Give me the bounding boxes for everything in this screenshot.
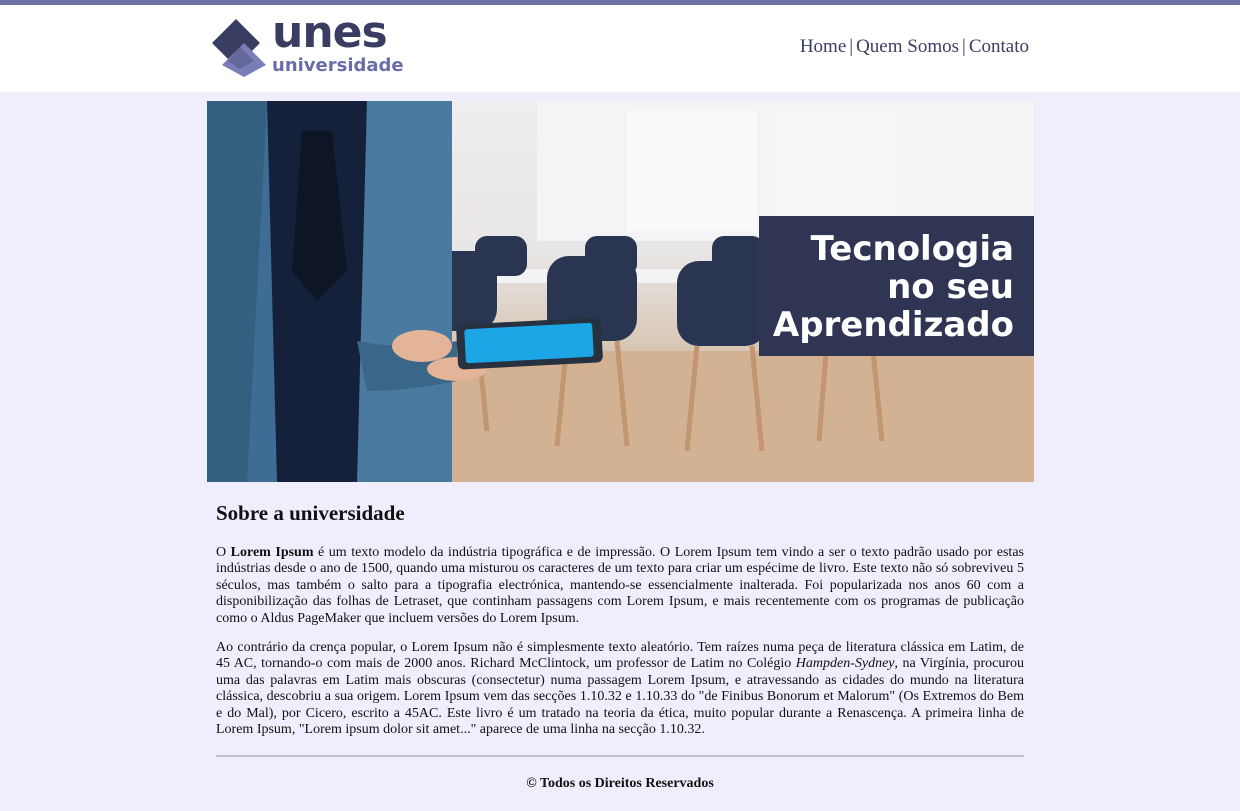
section-title: Sobre a universidade: [216, 501, 405, 525]
about-paragraph-1: O Lorem Ipsum é um texto modelo da indús…: [216, 545, 1024, 627]
italic-term: Hampden-Sydney: [795, 656, 895, 672]
footer-divider: [216, 755, 1024, 757]
nav-link-home[interactable]: Home: [800, 36, 846, 57]
about-section: Sobre a universidade O Lorem Ipsum é um …: [216, 500, 1024, 751]
banner-caption-line: Aprendizado: [772, 305, 1014, 345]
site-logo[interactable]: unes universidade: [210, 11, 410, 77]
site-header: unes universidade Home | Quem Somos | Contat…: [0, 5, 1240, 92]
paragraph-text: O: [216, 545, 231, 560]
nav-separator: |: [849, 36, 854, 57]
nav-separator: |: [962, 36, 966, 57]
about-paragraph-2: Ao contrário da crença popular, o Lorem …: [216, 640, 1024, 738]
banner-caption-line: no seu: [887, 267, 1014, 307]
hero-banner: Tecnologia no seu Aprendizado: [207, 101, 1034, 482]
bold-term: Lorem Ipsum: [230, 545, 314, 560]
banner-caption: Tecnologia no seu Aprendizado: [759, 216, 1034, 356]
logo-name: unes: [272, 7, 388, 58]
logo-diamond-icon: [212, 19, 266, 77]
banner-caption-line: Tecnologia: [810, 229, 1014, 269]
main-nav: Home | Quem Somos | Contato: [800, 36, 1029, 58]
site-footer: © Todos os Direitos Reservados: [526, 776, 714, 791]
nav-link-quem-somos[interactable]: Quem Somos: [856, 36, 959, 57]
paragraph-text: é um texto modelo da indústria tipográfi…: [216, 545, 1024, 626]
nav-link-contato[interactable]: Contato: [969, 36, 1029, 57]
logo-subtitle: universidade: [272, 55, 404, 76]
